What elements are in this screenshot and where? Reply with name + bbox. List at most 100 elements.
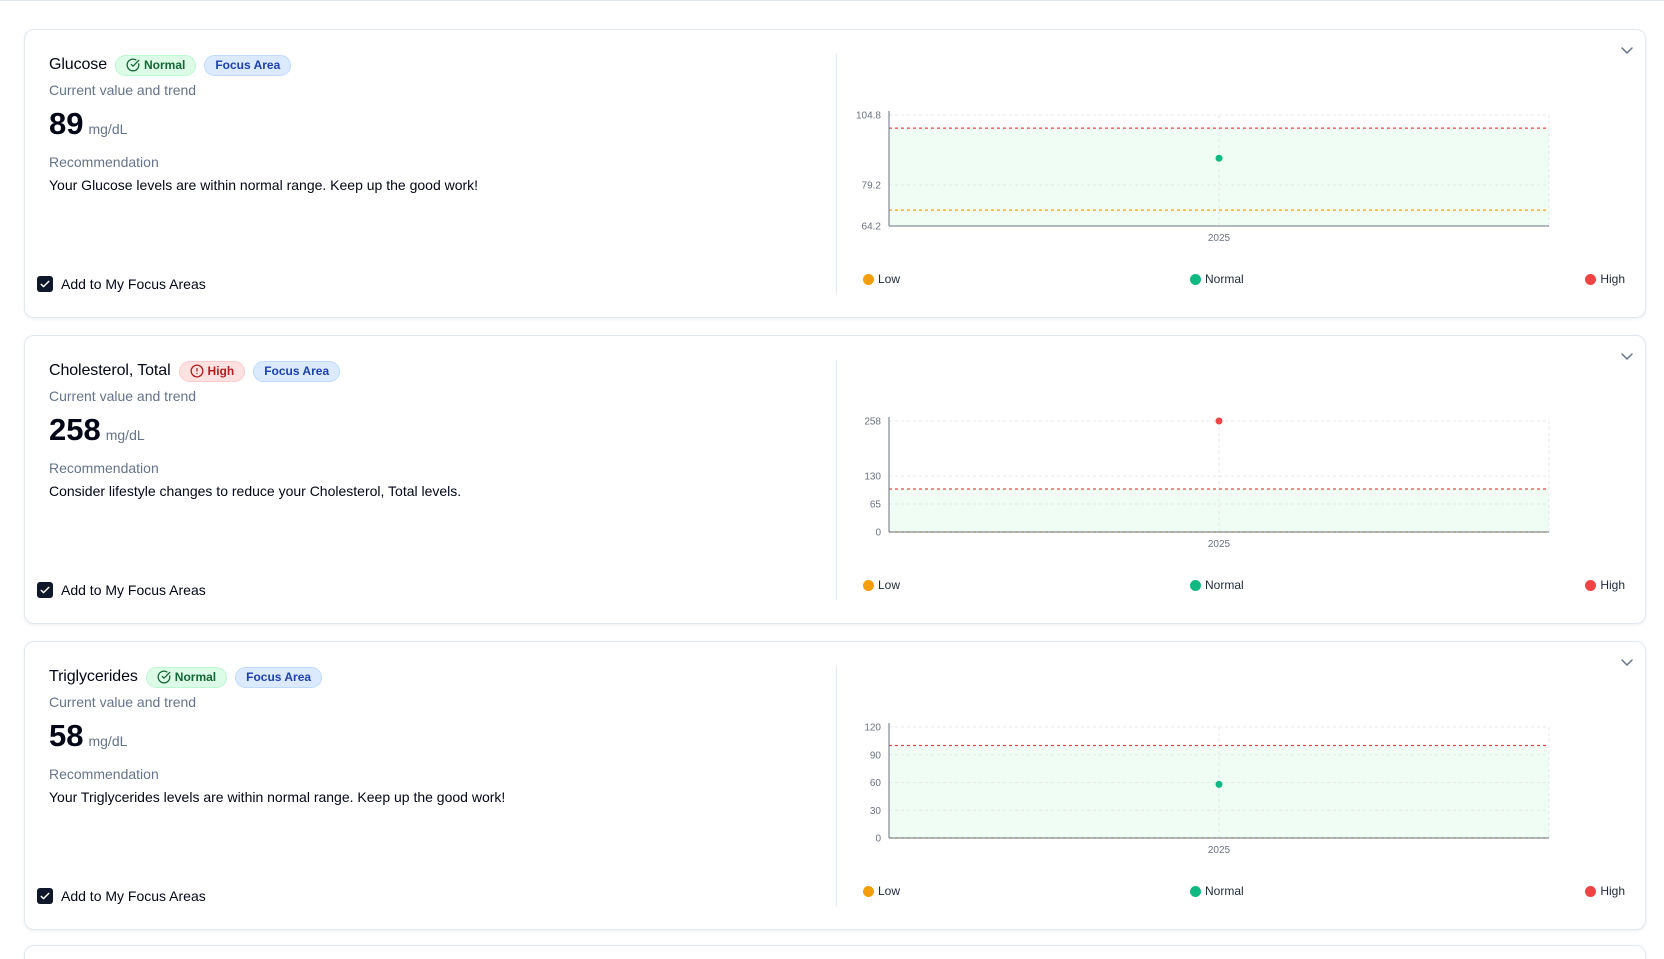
checkbox-label: Add to My Focus Areas	[61, 582, 206, 598]
checkmark-icon	[40, 892, 50, 900]
metric-unit: mg/dL	[88, 121, 128, 137]
add-to-focus-checkbox[interactable]: Add to My Focus Areas	[37, 888, 206, 904]
metric-card: Glucose Normal Focus Area Current value …	[24, 29, 1646, 318]
metric-name: Triglycerides	[49, 668, 138, 685]
chart-legend: Low Normal High	[863, 884, 1625, 900]
recommendation-label: Recommendation	[49, 460, 159, 476]
trend-chart: 258 130 65 0 2025	[864, 417, 1550, 550]
y-tick-label: 258	[864, 417, 881, 428]
checkmark-icon	[40, 586, 50, 594]
recommendation-label: Recommendation	[49, 766, 159, 782]
recommendation-label: Recommendation	[49, 154, 159, 170]
metric-header: Glucose Normal Focus Area	[49, 54, 292, 76]
legend-normal: Normal	[1190, 884, 1244, 898]
legend-low-dot	[863, 579, 874, 591]
data-point[interactable]	[1215, 780, 1223, 788]
metric-header: Cholesterol, Total High Focus Area	[49, 360, 341, 382]
legend-low-label: Low	[878, 884, 901, 898]
y-tick-label: 60	[870, 778, 882, 789]
legend-high-dot	[1585, 273, 1597, 285]
y-tick-label: 90	[870, 750, 882, 761]
y-tick-label: 130	[864, 472, 881, 483]
metric-subtitle: Current value and trend	[49, 694, 197, 710]
checkbox-checked[interactable]	[37, 276, 53, 292]
status-label: High	[207, 364, 235, 378]
trend-chart: 120 90 60 30 0 2025	[864, 723, 1550, 856]
recommendation-text: Your Triglycerides levels are within nor…	[49, 789, 506, 805]
legend-low: Low	[863, 884, 900, 898]
checkbox-checked[interactable]	[37, 582, 53, 598]
metric-name: Glucose	[49, 56, 107, 73]
legend-high-label: High	[1600, 884, 1625, 898]
status-label: Normal	[174, 670, 217, 684]
metric-value-row: 89 mg/dL	[49, 106, 127, 142]
legend-high-dot	[1585, 885, 1597, 897]
y-tick-label: 0	[875, 528, 881, 539]
legend-high: High	[1585, 578, 1625, 592]
checkbox-label: Add to My Focus Areas	[61, 276, 206, 292]
top-divider	[0, 0, 1664, 1]
legend-high-label: High	[1600, 272, 1625, 286]
data-point[interactable]	[1215, 417, 1223, 425]
metric-unit: mg/dL	[88, 733, 128, 749]
y-tick-label: 104.8	[856, 111, 881, 122]
chart-legend: Low Normal High	[863, 578, 1625, 594]
x-tick-label: 2025	[1208, 845, 1231, 856]
chevron-down-icon[interactable]	[1619, 42, 1635, 58]
metric-header: Triglycerides Normal Focus Area	[49, 666, 323, 688]
status-badge: Normal	[115, 54, 197, 76]
add-to-focus-checkbox[interactable]: Add to My Focus Areas	[37, 276, 206, 292]
data-point[interactable]	[1215, 154, 1223, 162]
alert-circle-icon	[190, 364, 204, 378]
add-to-focus-checkbox[interactable]: Add to My Focus Areas	[37, 582, 206, 598]
next-metric-card	[24, 945, 1646, 959]
metric-summary: Glucose Normal Focus Area Current value …	[49, 30, 829, 317]
circle-check-icon	[126, 58, 140, 72]
legend-high-label: High	[1600, 578, 1625, 592]
legend-normal: Normal	[1190, 272, 1244, 286]
y-tick-label: 65	[870, 500, 882, 511]
x-tick-label: 2025	[1208, 539, 1231, 550]
y-tick-label: 64.2	[862, 222, 882, 233]
checkmark-icon	[40, 280, 50, 288]
checkbox-label: Add to My Focus Areas	[61, 888, 206, 904]
metric-summary: Cholesterol, Total High Focus Area Curre…	[49, 336, 829, 623]
metric-value-row: 58 mg/dL	[49, 718, 127, 754]
focus-area-badge: Focus Area	[235, 666, 323, 688]
legend-high-dot	[1585, 579, 1597, 591]
recommendation-text: Your Glucose levels are within normal ra…	[49, 177, 479, 193]
metric-name: Cholesterol, Total	[49, 362, 171, 379]
y-tick-label: 79.2	[862, 180, 882, 191]
focus-area-badge: Focus Area	[253, 360, 341, 382]
legend-low-dot	[863, 273, 874, 285]
legend-high: High	[1585, 272, 1625, 286]
legend-normal: Normal	[1190, 578, 1244, 592]
metric-subtitle: Current value and trend	[49, 388, 197, 404]
legend-normal-label: Normal	[1205, 578, 1244, 592]
checkbox-checked[interactable]	[37, 888, 53, 904]
metric-value: 58	[49, 718, 84, 753]
legend-low-label: Low	[878, 578, 901, 592]
metric-value: 89	[49, 106, 84, 141]
metric-unit: mg/dL	[105, 427, 145, 443]
chevron-down-icon[interactable]	[1619, 348, 1635, 364]
metric-value: 258	[49, 412, 101, 447]
status-label: Normal	[144, 58, 186, 72]
legend-normal-dot	[1190, 273, 1201, 285]
legend-low: Low	[863, 272, 900, 286]
legend-normal-label: Normal	[1205, 272, 1244, 286]
chevron-down-icon[interactable]	[1619, 654, 1635, 670]
metric-value-row: 258 mg/dL	[49, 412, 145, 448]
y-tick-label: 30	[870, 806, 882, 817]
legend-normal-dot	[1190, 579, 1201, 591]
legend-low: Low	[863, 578, 900, 592]
y-tick-label: 0	[875, 834, 881, 845]
y-tick-label: 120	[864, 723, 881, 734]
status-badge: Normal	[145, 666, 228, 688]
x-tick-label: 2025	[1208, 233, 1231, 244]
legend-normal-dot	[1190, 885, 1201, 897]
metric-card: Triglycerides Normal Focus Area Current …	[24, 641, 1646, 930]
legend-normal-label: Normal	[1205, 884, 1244, 898]
trend-chart: 104.8 79.2 64.2 2025	[856, 111, 1550, 244]
circle-check-icon	[157, 670, 171, 684]
